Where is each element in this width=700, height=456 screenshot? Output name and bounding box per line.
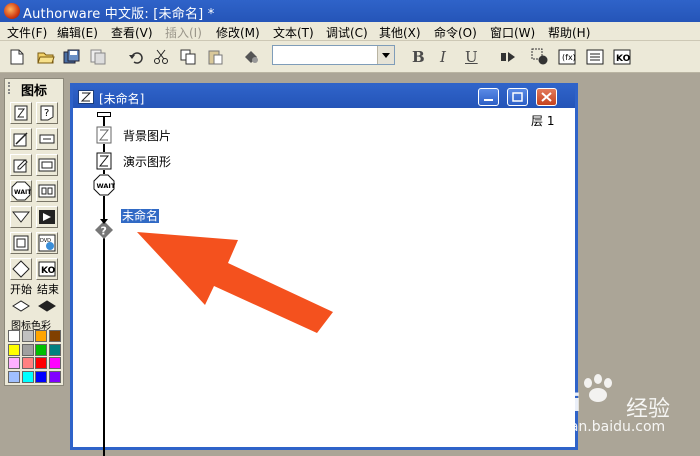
- color-swatch[interactable]: [8, 370, 20, 383]
- cut-icon[interactable]: [151, 47, 171, 67]
- flowline-title: [未命名]: [99, 92, 145, 106]
- save-all-icon[interactable]: [62, 47, 82, 67]
- color-swatch[interactable]: [21, 330, 34, 342]
- interaction-icon[interactable]: [36, 128, 58, 150]
- flowline-titlebar[interactable]: [未命名]: [73, 86, 575, 108]
- app-titlebar[interactable]: Authorware 中文版: [未命名] *: [0, 0, 700, 22]
- palette-header[interactable]: 图标: [5, 79, 63, 99]
- color-swatch[interactable]: [21, 357, 34, 369]
- color-swatch[interactable]: [35, 330, 47, 342]
- watermark-url: jingyan.baidu.com: [536, 419, 666, 435]
- color-swatch[interactable]: [48, 357, 61, 369]
- close-button[interactable]: [536, 88, 557, 106]
- menu-insert[interactable]: 插入(I): [165, 24, 202, 41]
- maximize-button[interactable]: [507, 88, 528, 106]
- flowline-window-icon: [78, 90, 94, 104]
- display-icon[interactable]: [95, 126, 113, 144]
- menu-command[interactable]: 命令(O): [434, 24, 477, 41]
- functions-window-icon[interactable]: (fx): [557, 47, 577, 67]
- import-icon[interactable]: [88, 47, 108, 67]
- baidu-paw-icon: [584, 374, 612, 402]
- svg-text:?: ?: [44, 108, 49, 119]
- svg-text:?: ?: [101, 225, 107, 238]
- navigate-icon[interactable]: [10, 206, 32, 228]
- color-swatch[interactable]: [21, 343, 34, 356]
- italic-button[interactable]: I: [440, 48, 446, 66]
- menu-view[interactable]: 查看(V): [111, 24, 153, 41]
- bold-button[interactable]: B: [412, 48, 425, 66]
- menu-window[interactable]: 窗口(W): [490, 24, 535, 41]
- color-swatch[interactable]: [48, 343, 61, 356]
- chevron-down-icon[interactable]: [377, 46, 394, 64]
- wait-icon-text: WAIT: [97, 182, 116, 190]
- color-swatch[interactable]: [35, 343, 47, 356]
- menu-text[interactable]: 文本(T): [273, 24, 314, 41]
- app-title: Authorware 中文版: [未命名] *: [23, 7, 215, 22]
- menu-file[interactable]: 文件(F): [7, 24, 47, 41]
- motion-icon[interactable]: [10, 128, 32, 150]
- watermark-brand: Bai: [536, 389, 582, 417]
- wait-icon[interactable]: WAIT: [93, 174, 116, 196]
- undo-icon[interactable]: [126, 47, 146, 67]
- minimize-button[interactable]: [478, 88, 499, 106]
- icon-palette: 图标 ? WAIT DVD KO 开始 结束 图标色彩: [4, 78, 64, 386]
- baidu-watermark: Bai 经验 jingyan.baidu.com: [536, 371, 696, 441]
- framework-icon[interactable]: [10, 232, 32, 254]
- open-folder-icon[interactable]: [36, 47, 56, 67]
- menu-modify[interactable]: 修改(M): [216, 24, 260, 41]
- menu-other[interactable]: 其他(X): [379, 24, 421, 41]
- map-icon[interactable]: [36, 180, 58, 202]
- flowline-start-marker: [97, 112, 111, 117]
- toolbar: B I U (fx) KO: [0, 41, 700, 73]
- color-swatch[interactable]: [35, 357, 47, 369]
- knowledge-object-icon[interactable]: KO: [36, 258, 58, 280]
- svg-text:(fx): (fx): [562, 53, 576, 62]
- color-swatch[interactable]: [21, 370, 34, 383]
- menu-help[interactable]: 帮助(H): [548, 24, 590, 41]
- menu-edit[interactable]: 编辑(E): [57, 24, 98, 41]
- decision-icon[interactable]: ?: [36, 102, 58, 124]
- layer-indicator: 层 1: [531, 114, 555, 128]
- menu-bar: 文件(F) 编辑(E) 查看(V) 插入(I) 修改(M) 文本(T) 调试(C…: [0, 22, 700, 41]
- color-swatch[interactable]: [48, 370, 61, 383]
- palette-title: 图标: [21, 84, 48, 99]
- display-icon[interactable]: [10, 102, 32, 124]
- control-panel-icon[interactable]: [530, 47, 550, 67]
- color-swatch[interactable]: [8, 330, 20, 342]
- start-end-labels: 开始 结束: [5, 281, 63, 296]
- svg-text:KO: KO: [616, 54, 631, 64]
- svg-text:KO: KO: [41, 266, 56, 276]
- variables-window-icon[interactable]: [585, 47, 605, 67]
- flow-item-label[interactable]: 演示图形: [123, 153, 171, 170]
- color-swatch[interactable]: [8, 343, 20, 356]
- menu-debug[interactable]: 调试(C): [326, 24, 368, 41]
- copy-icon[interactable]: [178, 47, 198, 67]
- find-icon[interactable]: [242, 47, 262, 67]
- decision-branch-icon[interactable]: [10, 258, 32, 280]
- grip-icon[interactable]: [8, 82, 14, 94]
- calculation-icon[interactable]: [36, 154, 58, 176]
- font-select[interactable]: [272, 45, 395, 65]
- color-swatch[interactable]: [35, 370, 47, 383]
- new-file-icon[interactable]: [7, 47, 27, 67]
- display-icon[interactable]: [95, 152, 113, 170]
- color-swatch[interactable]: [8, 357, 20, 369]
- start-flag-icon[interactable]: [10, 295, 32, 317]
- color-swatch[interactable]: [48, 330, 61, 342]
- run-icon[interactable]: [498, 47, 518, 67]
- flow-item-label[interactable]: 背景图片: [123, 127, 171, 144]
- paste-icon[interactable]: [205, 47, 225, 67]
- authorware-logo-icon: [4, 3, 20, 19]
- wait-icon[interactable]: WAIT: [10, 180, 32, 202]
- flowline-window: [未命名] 层 1 背景图片 演示图形 WAIT ? 未命名: [70, 83, 578, 456]
- selected-flow-item-label[interactable]: 未命名: [121, 207, 160, 224]
- knowledge-object-icon[interactable]: KO: [612, 47, 632, 67]
- down-arrow-icon: [99, 214, 109, 224]
- erase-icon[interactable]: [10, 154, 32, 176]
- underline-button[interactable]: U: [465, 48, 478, 66]
- end-flag-icon[interactable]: [36, 295, 58, 317]
- svg-text:WAIT: WAIT: [14, 189, 31, 196]
- dvd-icon[interactable]: DVD: [36, 232, 58, 254]
- digital-movie-icon[interactable]: [36, 206, 58, 228]
